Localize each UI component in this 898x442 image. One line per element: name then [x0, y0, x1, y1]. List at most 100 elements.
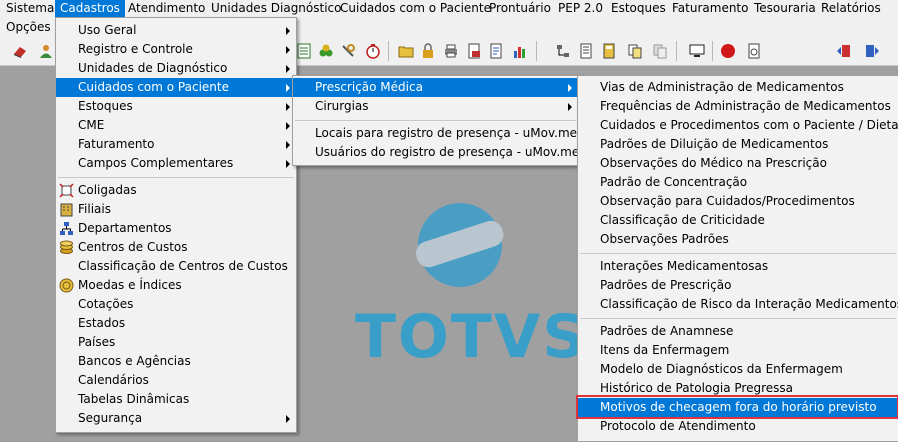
menu-item-uso-geral[interactable]: Uso Geral [56, 21, 296, 40]
cadastros-menu: Uso Geral Registro e Controle Unidades d… [55, 17, 297, 433]
timer-icon[interactable] [746, 43, 762, 59]
submenu-arrow-icon [286, 122, 290, 130]
menu-item-unidades-de-diagnostico[interactable]: Unidades de Diagnóstico [56, 59, 296, 78]
menu-faturamento[interactable]: Faturamento [667, 0, 753, 17]
stop-icon[interactable] [720, 43, 736, 59]
menu-item-padroes-prescricao[interactable]: Padrões de Prescrição [578, 276, 898, 295]
submenu-arrow-icon [286, 65, 290, 73]
menu-cuidados-com-o-paciente[interactable]: Cuidados com o Paciente [335, 0, 496, 17]
menu-item-padroes-diluicao[interactable]: Padrões de Diluição de Medicamentos [578, 135, 898, 154]
submenu-arrow-icon [286, 415, 290, 423]
menu-sistema[interactable]: Sistema [1, 0, 59, 17]
menu-item-cuidados-com-o-paciente[interactable]: Cuidados com o Paciente [56, 78, 296, 97]
menu-item-protocolo-atendimento[interactable]: Protocolo de Atendimento [578, 417, 898, 436]
user-icon[interactable] [38, 43, 54, 59]
lock-icon[interactable] [420, 43, 436, 59]
menu-item-paises[interactable]: Países [56, 333, 296, 352]
printer-icon[interactable] [443, 43, 459, 59]
menu-item-tabelas-dinamicas[interactable]: Tabelas Dinâmicas [56, 390, 296, 409]
menu-item-estoques[interactable]: Estoques [56, 97, 296, 116]
menu-tesouraria[interactable]: Tesouraria [749, 0, 821, 17]
menu-item-classificacao-risco-interacao[interactable]: Classificação de Risco da Interação Medi… [578, 295, 898, 314]
cuidados-submenu: Prescrição Médica Cirurgias Locais para … [292, 75, 579, 166]
menu-item-padroes-anamnese[interactable]: Padrões de Anamnese [578, 322, 898, 341]
list-icon[interactable] [578, 43, 594, 59]
menu-prontuario[interactable]: Prontuário [484, 0, 556, 17]
menu-item-padrao-concentracao[interactable]: Padrão de Concentração [578, 173, 898, 192]
menu-item-vias-administracao[interactable]: Vias de Administração de Medicamentos [578, 78, 898, 97]
menu-item-coligadas[interactable]: Coligadas [56, 181, 296, 200]
network-icon[interactable] [555, 43, 571, 59]
toolbar-separator [536, 41, 537, 61]
menu-relatorios[interactable]: Relatórios [816, 0, 886, 17]
menu-unidades-diagnostico[interactable]: Unidades Diagnóstico [206, 0, 346, 17]
menu-item-campos-complementares[interactable]: Campos Complementares [56, 154, 296, 173]
menu-item-faturamento[interactable]: Faturamento [56, 135, 296, 154]
window-left-icon[interactable] [836, 43, 852, 59]
menu-item-interacoes-medicamentosas[interactable]: Interações Medicamentosas [578, 257, 898, 276]
report-icon[interactable] [488, 43, 504, 59]
submenu-arrow-icon [286, 160, 290, 168]
menu-item-seguranca[interactable]: Segurança [56, 409, 296, 428]
monitor-icon[interactable] [689, 43, 705, 59]
submenu-arrow-icon [286, 46, 290, 54]
centros-de-custos-icon [60, 240, 73, 254]
menu-item-registro-e-controle[interactable]: Registro e Controle [56, 40, 296, 59]
stopwatch-icon[interactable] [365, 43, 381, 59]
menu-pep[interactable]: PEP 2.0 [553, 0, 608, 17]
molecules-icon[interactable] [318, 43, 334, 59]
copy-icon[interactable] [627, 43, 643, 59]
tools-icon[interactable] [340, 43, 356, 59]
menu-item-moedas-e-indices[interactable]: Moedas e Índices [56, 276, 296, 295]
menu-item-usuarios-registro-presenca[interactable]: Usuários do registro de presença - uMov.… [293, 143, 579, 162]
menu-item-itens-enfermagem[interactable]: Itens da Enfermagem [578, 341, 898, 360]
submenu-arrow-icon [286, 27, 290, 35]
menu-item-frequencias-administracao[interactable]: Frequências de Administração de Medicame… [578, 97, 898, 116]
menu-item-bancos-e-agencias[interactable]: Bancos e Agências [56, 352, 296, 371]
eraser-icon[interactable] [12, 43, 28, 59]
menu-cadastros[interactable]: Cadastros [55, 0, 125, 17]
prescricao-submenu: Vias de Administração de Medicamentos Fr… [577, 75, 898, 442]
menu-item-cuidados-procedimentos-dieta[interactable]: Cuidados e Procedimentos com o Paciente … [578, 116, 898, 135]
menu-item-departamentos[interactable]: Departamentos [56, 219, 296, 238]
calculator-icon[interactable] [601, 43, 617, 59]
totvs-logo-text: TOTVS [355, 302, 588, 372]
menu-separator [58, 177, 294, 178]
menu-item-classificacao-criticidade[interactable]: Classificação de Criticidade [578, 211, 898, 230]
window-right-icon[interactable] [864, 43, 880, 59]
menu-item-prescricao-medica[interactable]: Prescrição Médica [293, 78, 578, 97]
menu-item-filiais[interactable]: Filiais [56, 200, 296, 219]
submenu-arrow-icon [286, 103, 290, 111]
menu-item-locais-registro-presenca[interactable]: Locais para registro de presença - uMov.… [293, 124, 578, 143]
totvs-logo: TOTVS [355, 195, 588, 375]
menu-item-cme[interactable]: CME [56, 116, 296, 135]
filiais-icon [60, 203, 73, 217]
bars-icon[interactable] [512, 43, 528, 59]
submenu-arrow-icon [286, 84, 290, 92]
menu-item-cotacoes[interactable]: Cotações [56, 295, 296, 314]
menu-item-calendarios[interactable]: Calendários [56, 371, 296, 390]
moedas-icon [59, 278, 74, 293]
departamentos-icon [60, 222, 73, 235]
folder-icon[interactable] [398, 43, 414, 59]
menu-item-observacoes-medico[interactable]: Observações do Médico na Prescrição [578, 154, 898, 173]
menu-opcoes[interactable]: Opções [1, 19, 56, 36]
menu-atendimento[interactable]: Atendimento [123, 0, 210, 17]
spreadsheet-icon[interactable] [296, 43, 312, 59]
menu-item-modelo-diagnosticos-enfermagem[interactable]: Modelo de Diagnósticos da Enfermagem [578, 360, 898, 379]
menu-item-observacoes-padroes[interactable]: Observações Padrões [578, 230, 898, 249]
document-icon[interactable] [466, 43, 482, 59]
toolbar-separator [712, 41, 713, 61]
menu-item-observacao-cuidados[interactable]: Observação para Cuidados/Procedimentos [578, 192, 898, 211]
menu-separator [580, 253, 896, 254]
coligadas-icon [59, 183, 74, 198]
menu-item-classificacao-de-centros-de-custos[interactable]: Classificação de Centros de Custos [56, 257, 296, 276]
menu-item-cirurgias[interactable]: Cirurgias [293, 97, 578, 116]
menu-estoques[interactable]: Estoques [606, 0, 671, 17]
toolbar-separator [676, 41, 677, 61]
menu-item-estados[interactable]: Estados [56, 314, 296, 333]
menu-item-centros-de-custos[interactable]: Centros de Custos [56, 238, 296, 257]
submenu-arrow-icon [286, 141, 290, 149]
menu-separator [580, 318, 896, 319]
submenu-arrow-icon [568, 84, 572, 92]
